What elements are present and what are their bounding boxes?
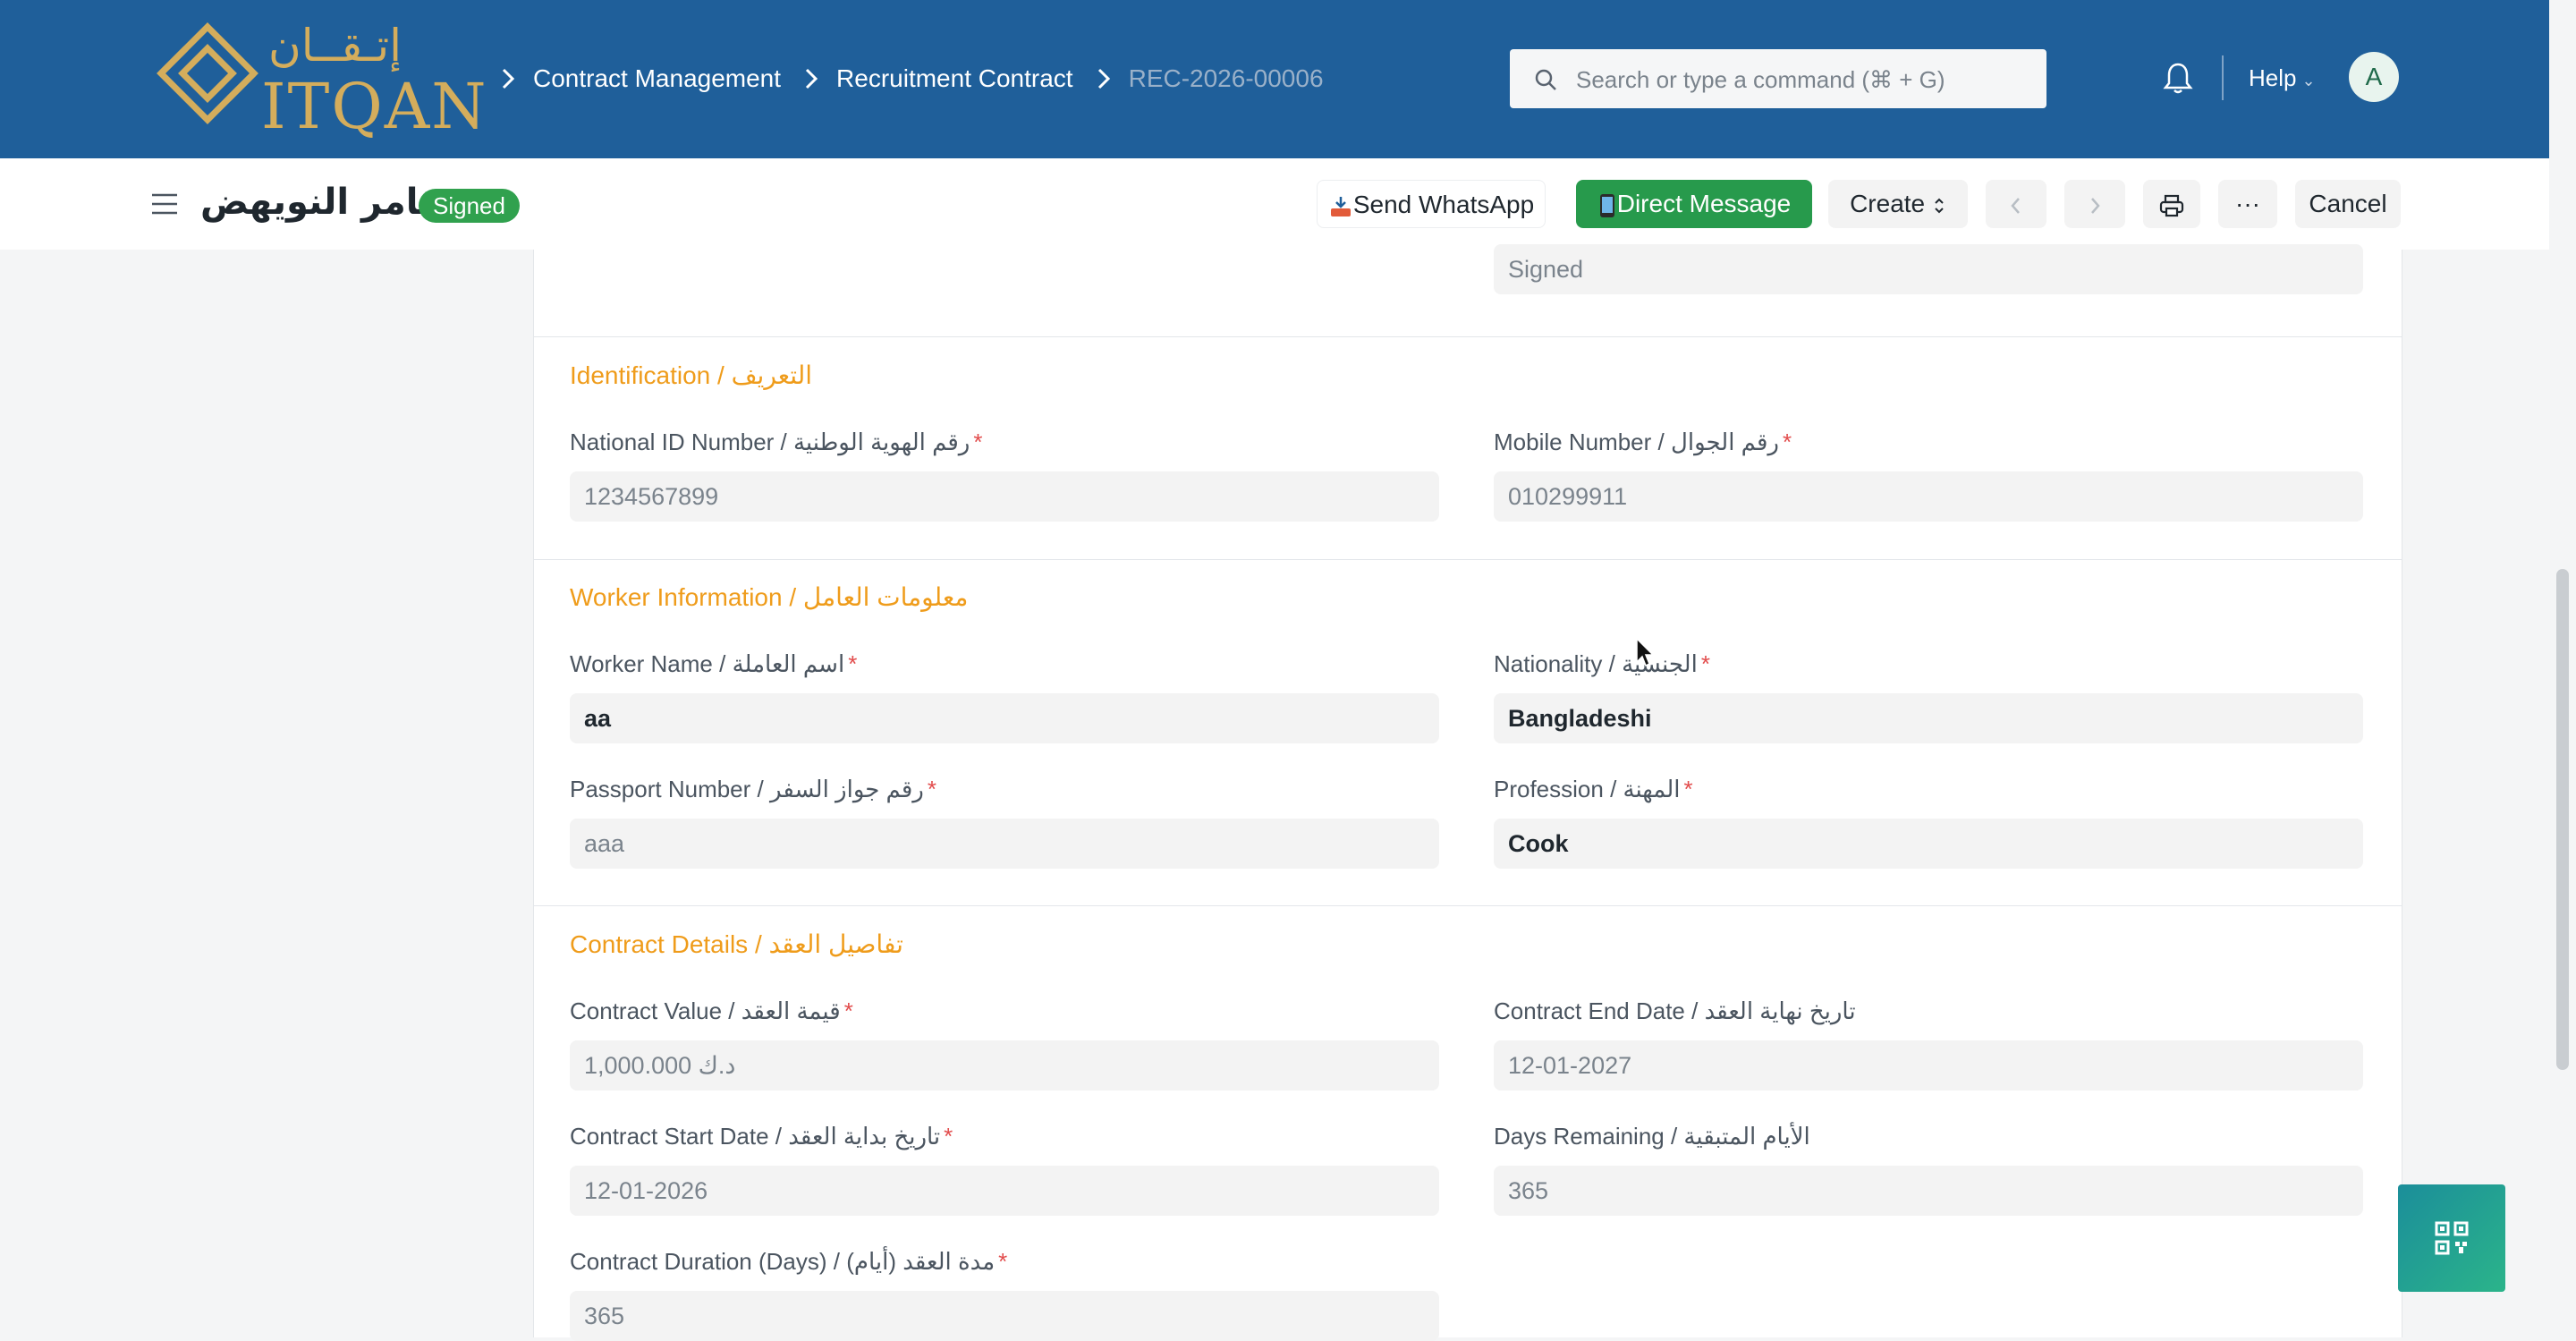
mobile-number-field[interactable]: 010299911 xyxy=(1494,471,2363,522)
direct-message-label: Direct Message xyxy=(1616,190,1792,217)
section-title-identification: Identification / التعريف xyxy=(570,361,813,389)
status-field[interactable]: Signed xyxy=(1494,244,2363,294)
create-label: Create xyxy=(1850,190,1926,217)
required-asterisk: * xyxy=(998,1248,1008,1275)
qr-code-icon xyxy=(2435,1221,2469,1255)
required-asterisk: * xyxy=(1683,776,1693,802)
notification-bell-icon[interactable] xyxy=(2163,61,2193,95)
mobile-number-label: Mobile Number / رقم الجوال * xyxy=(1494,429,1792,456)
worker-name-field[interactable]: aa xyxy=(570,693,1439,743)
qr-code-button[interactable] xyxy=(2398,1184,2505,1292)
chevron-right-icon xyxy=(1097,68,1110,89)
contract-start-date-label: Contract Start Date / تاريخ بداية العقد * xyxy=(570,1123,953,1150)
cancel-label: Cancel xyxy=(2309,190,2387,217)
days-remaining-label-text: Days Remaining / الأيام المتبقية xyxy=(1494,1123,1810,1150)
contract-duration-field[interactable]: 365 xyxy=(570,1291,1439,1341)
nationality-field[interactable]: Bangladeshi xyxy=(1494,693,2363,743)
chevron-left-icon xyxy=(2011,197,2020,214)
chevron-down-icon: ⌄ xyxy=(2301,72,2316,89)
worker-name-label: Worker Name / اسم العاملة * xyxy=(570,650,857,678)
breadcrumb-contract-management[interactable]: Contract Management xyxy=(533,64,781,93)
status-badge: Signed xyxy=(419,189,520,223)
national-id-label-text: National ID Number / رقم الهوية الوطنية xyxy=(570,429,970,455)
logo-arabic-text: إتـقــان xyxy=(268,20,402,72)
contract-value-label: Contract Value / قيمة العقد * xyxy=(570,997,853,1025)
required-asterisk: * xyxy=(944,1123,953,1150)
mobile-phone-icon xyxy=(1599,193,1614,217)
nationality-label: Nationality / الجنسية * xyxy=(1494,650,1710,678)
sidebar-toggle-icon[interactable] xyxy=(150,191,179,217)
section-divider xyxy=(534,905,2402,906)
page-head: ثامر النويهض Signed Send WhatsApp Direct… xyxy=(0,158,2549,250)
printer-icon xyxy=(2159,194,2184,216)
national-id-label: National ID Number / رقم الهوية الوطنية * xyxy=(570,429,982,456)
nationality-label-text: Nationality / الجنسية xyxy=(1494,650,1698,677)
required-asterisk: * xyxy=(973,429,983,455)
page-title: ثامر النويهض xyxy=(200,182,433,223)
required-asterisk: * xyxy=(1782,429,1792,455)
profession-label: Profession / المهنة * xyxy=(1494,776,1693,803)
direct-message-button[interactable]: Direct Message xyxy=(1576,180,1812,228)
passport-number-field[interactable]: aaa xyxy=(570,819,1439,869)
top-navbar: إتـقــان ITQAN Contract Management Recru… xyxy=(0,0,2549,158)
days-remaining-label: Days Remaining / الأيام المتبقية xyxy=(1494,1123,1810,1150)
itqan-logo[interactable]: إتـقــان ITQAN xyxy=(154,20,487,138)
chevron-right-icon xyxy=(805,68,818,89)
page-scrollbar-thumb[interactable] xyxy=(2556,569,2569,1070)
contract-start-date-label-text: Contract Start Date / تاريخ بداية العقد xyxy=(570,1123,941,1150)
worker-name-label-text: Worker Name / اسم العاملة xyxy=(570,650,845,677)
create-button[interactable]: Create xyxy=(1828,180,1968,228)
select-arrows-icon xyxy=(1935,198,1944,214)
mouse-cursor-icon xyxy=(1636,637,1655,667)
logo-latin-text: ITQAN xyxy=(261,70,488,143)
contract-duration-label: Contract Duration (Days) / (أيام) مدة ال… xyxy=(570,1248,1007,1276)
contract-end-date-field[interactable]: 12-01-2027 xyxy=(1494,1040,2363,1091)
user-avatar[interactable]: A xyxy=(2349,52,2399,102)
search-input[interactable] xyxy=(1574,49,2025,110)
profession-field[interactable]: Cook xyxy=(1494,819,2363,869)
required-asterisk: * xyxy=(927,776,936,802)
breadcrumb-current-document: REC-2026-00006 xyxy=(1128,64,1324,92)
contract-end-date-label: Contract End Date / تاريخ نهاية العقد xyxy=(1494,997,1856,1025)
logo-mark-icon xyxy=(157,22,258,124)
passport-number-label-text: Passport Number / رقم جواز السفر xyxy=(570,776,924,802)
inbox-tray-icon xyxy=(1330,196,1351,216)
search-icon xyxy=(1535,69,1556,90)
mobile-number-label-text: Mobile Number / رقم الجوال xyxy=(1494,429,1779,455)
chevron-right-icon xyxy=(502,68,515,89)
required-asterisk: * xyxy=(843,997,853,1024)
national-id-field[interactable]: 1234567899 xyxy=(570,471,1439,522)
breadcrumb: Contract Management Recruitment Contract… xyxy=(497,63,1343,95)
send-whatsapp-button[interactable]: Send WhatsApp xyxy=(1317,180,1546,228)
next-document-button[interactable] xyxy=(2064,180,2125,228)
send-whatsapp-label: Send WhatsApp xyxy=(1352,191,1535,218)
navbar-divider xyxy=(2222,55,2224,100)
contract-value-field[interactable]: د.ك 1,000.000 xyxy=(570,1040,1439,1091)
print-button[interactable] xyxy=(2143,180,2200,228)
contract-end-date-label-text: Contract End Date / تاريخ نهاية العقد xyxy=(1494,997,1856,1024)
help-dropdown[interactable]: Help ⌄ xyxy=(2249,64,2316,92)
section-divider xyxy=(534,559,2402,560)
required-asterisk: * xyxy=(848,650,858,677)
section-title-contract-details: Contract Details / تفاصيل العقد xyxy=(570,930,903,958)
contract-value-label-text: Contract Value / قيمة العقد xyxy=(570,997,841,1024)
contract-start-date-field[interactable]: 12-01-2026 xyxy=(570,1166,1439,1216)
awesome-search-bar[interactable] xyxy=(1510,49,2046,110)
form-card: Signed Identification / التعريف National… xyxy=(533,244,2402,1341)
help-label: Help xyxy=(2249,64,2297,91)
ellipsis-icon: ··· xyxy=(2235,190,2260,217)
cancel-button[interactable]: Cancel xyxy=(2295,180,2401,228)
more-actions-button[interactable]: ··· xyxy=(2218,180,2277,228)
section-divider xyxy=(534,336,2402,337)
breadcrumb-recruitment-contract[interactable]: Recruitment Contract xyxy=(836,64,1073,93)
chevron-right-icon xyxy=(2091,197,2100,214)
days-remaining-field[interactable]: 365 xyxy=(1494,1166,2363,1216)
section-title-worker-information: Worker Information / معلومات العامل xyxy=(570,583,969,611)
contract-duration-label-text: Contract Duration (Days) / (أيام) مدة ال… xyxy=(570,1248,996,1275)
previous-document-button[interactable] xyxy=(1986,180,2046,228)
passport-number-label: Passport Number / رقم جواز السفر * xyxy=(570,776,936,803)
required-asterisk: * xyxy=(1700,650,1710,677)
profession-label-text: Profession / المهنة xyxy=(1494,776,1681,802)
